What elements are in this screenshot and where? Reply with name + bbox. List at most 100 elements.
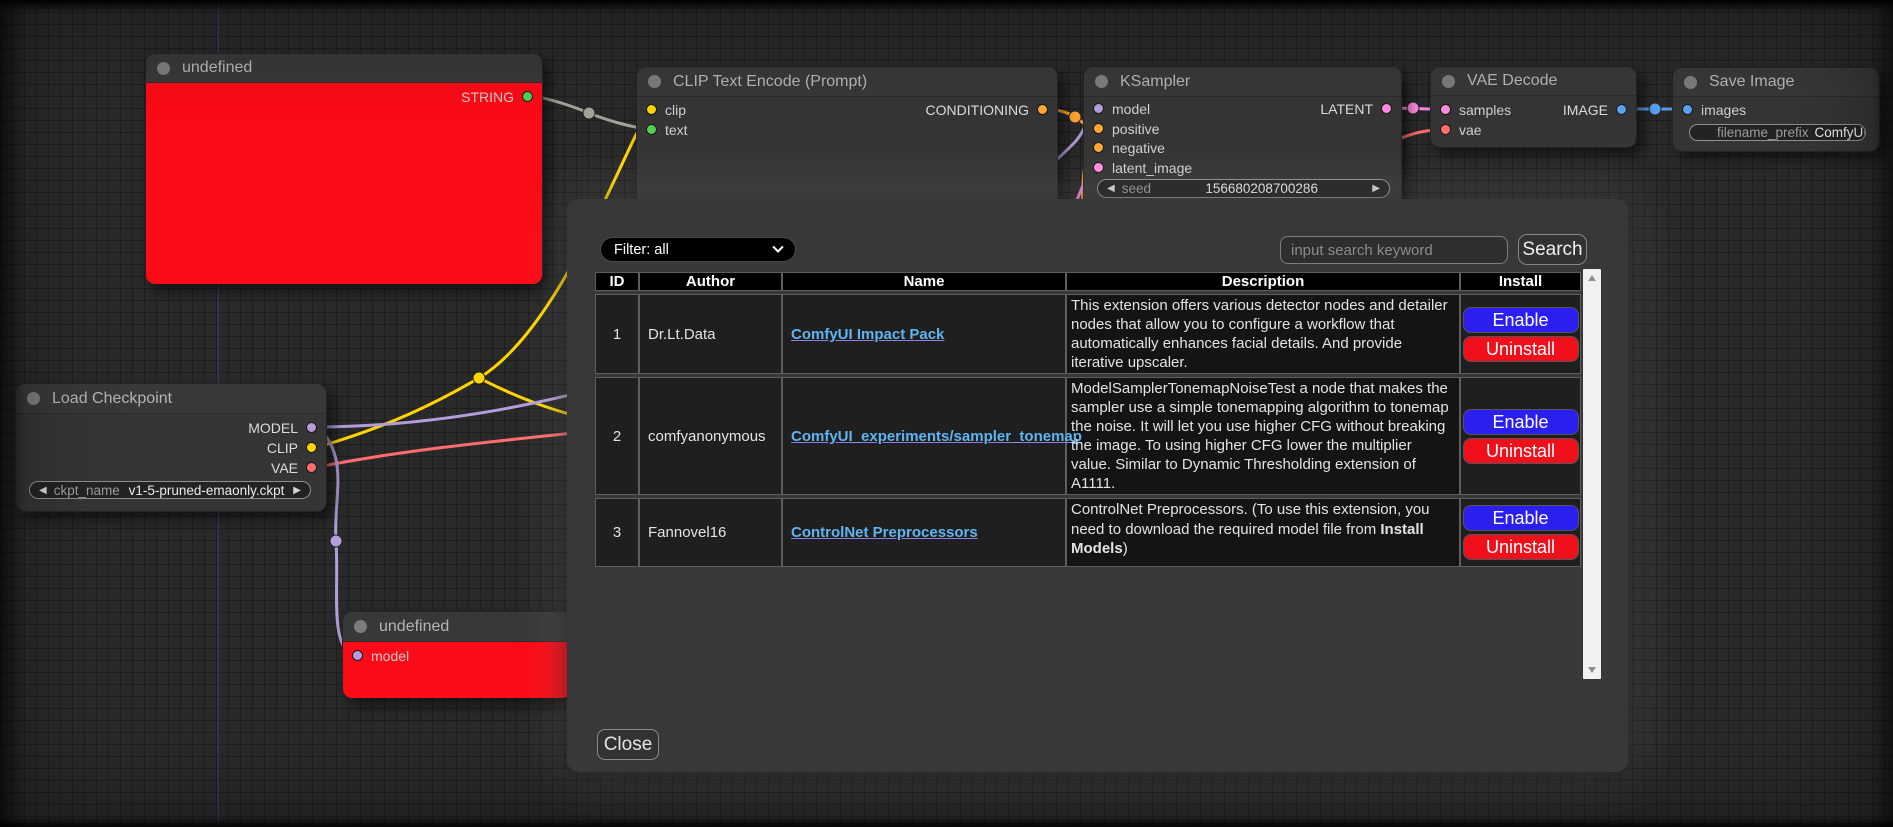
- output-slot-label: CONDITIONING: [926, 102, 1029, 118]
- filter-dropdown-label: Filter: all: [614, 242, 669, 258]
- widget-label: filename_prefix: [1717, 125, 1809, 140]
- node-undefined-top[interactable]: undefinedSTRING: [145, 53, 543, 284]
- node-clip-text-encode[interactable]: CLIP Text Encode (Prompt)cliptextCONDITI…: [636, 66, 1058, 208]
- scroll-down-icon[interactable]: [1588, 667, 1596, 673]
- node-save-image[interactable]: Save Image images filename_prefixComfyUI: [1672, 67, 1880, 152]
- comfyui-canvas[interactable]: undefinedSTRING CLIP Text Encode (Prompt)…: [0, 0, 1893, 827]
- uninstall-button[interactable]: Uninstall: [1463, 534, 1579, 560]
- scroll-up-icon[interactable]: [1588, 275, 1596, 281]
- node-status-dot[interactable]: [648, 75, 661, 88]
- enable-button[interactable]: Enable: [1463, 409, 1579, 435]
- search-input[interactable]: [1280, 236, 1508, 264]
- widget-prev-icon[interactable]: ◀: [1107, 183, 1115, 194]
- wire-string-to-text: [534, 96, 648, 129]
- input-slot-label: vae: [1459, 122, 1482, 138]
- node-status-dot[interactable]: [27, 392, 40, 405]
- node-title: undefined: [182, 59, 252, 77]
- extension-row: 3Fannovel16 ControlNet Preprocessors Contr…: [595, 498, 1581, 567]
- extension-id: 1: [595, 294, 639, 374]
- node-status-dot[interactable]: [1684, 76, 1697, 89]
- extension-author: Fannovel16: [639, 498, 782, 567]
- input-slot-label: model: [1112, 101, 1150, 117]
- node-title: Save Image: [1709, 73, 1794, 91]
- node-status-dot[interactable]: [1095, 75, 1108, 88]
- extension-id: 3: [595, 498, 639, 567]
- output-slot-label: IMAGE: [1563, 102, 1608, 118]
- extension-id: 2: [595, 377, 639, 495]
- input-slot-images-dot[interactable]: [1682, 104, 1693, 115]
- column-header-id: ID: [595, 272, 639, 291]
- widget-next-icon[interactable]: ▶: [1372, 183, 1380, 194]
- extension-description: ControlNet Preprocessors. (To use this e…: [1066, 498, 1460, 567]
- extension-table: IDAuthorNameDescriptionInstall 1Dr.Lt.Da…: [595, 269, 1581, 570]
- table-header-row: IDAuthorNameDescriptionInstall: [595, 272, 1581, 291]
- widget-label: ckpt_name: [54, 483, 120, 498]
- widget-label: seed: [1122, 181, 1151, 196]
- enable-button[interactable]: Enable: [1463, 307, 1579, 333]
- input-slot-positive-dot[interactable]: [1093, 123, 1104, 134]
- column-header-name: Name: [782, 272, 1066, 291]
- extension-manager-modal: Filter: all Search IDAuthorNameDescripti…: [567, 199, 1628, 772]
- input-slot-model-dot[interactable]: [1093, 103, 1104, 114]
- node-status-dot[interactable]: [1442, 75, 1455, 88]
- output-slot-label: MODEL: [248, 420, 298, 436]
- filter-dropdown[interactable]: Filter: all: [600, 237, 796, 262]
- extension-actions: Enable Uninstall: [1460, 498, 1581, 567]
- widget-seed[interactable]: ◀seed156680208700286▶: [1097, 179, 1390, 198]
- output-slot-label: LATENT: [1320, 101, 1373, 117]
- output-slot-STRING-dot[interactable]: [522, 91, 533, 102]
- input-slot-samples-dot[interactable]: [1440, 104, 1451, 115]
- extension-description: This extension offers various detector n…: [1066, 294, 1460, 374]
- output-slot-LATENT-dot[interactable]: [1381, 103, 1392, 114]
- input-slot-vae-dot[interactable]: [1440, 124, 1451, 135]
- column-header-install: Install: [1460, 272, 1581, 291]
- input-slot-label: model: [371, 648, 409, 664]
- widget-value: ComfyUI: [1809, 125, 1866, 140]
- input-slot-label: negative: [1112, 140, 1165, 156]
- close-button[interactable]: Close: [597, 729, 659, 760]
- input-slot-model-dot[interactable]: [352, 650, 363, 661]
- input-slot-label: clip: [665, 102, 686, 118]
- extension-actions: Enable Uninstall: [1460, 377, 1581, 495]
- output-slot-IMAGE-dot[interactable]: [1616, 104, 1627, 115]
- enable-button[interactable]: Enable: [1463, 505, 1579, 531]
- input-slot-label: samples: [1459, 102, 1511, 118]
- extension-name-link[interactable]: ComfyUI_experiments/sampler_tonemap: [791, 428, 1082, 445]
- node-load-checkpoint[interactable]: Load CheckpointMODELCLIPVAE◀ckpt_namev1-…: [15, 383, 327, 512]
- chevron-down-icon: [772, 241, 783, 252]
- input-slot-text-dot[interactable]: [646, 124, 657, 135]
- node-status-dot[interactable]: [354, 620, 367, 633]
- table-scrollbar[interactable]: [1583, 269, 1601, 679]
- input-slot-clip-dot[interactable]: [646, 104, 657, 115]
- node-status-dot[interactable]: [157, 62, 170, 75]
- node-vae-decode[interactable]: VAE DecodesamplesvaeIMAGE: [1430, 66, 1637, 148]
- node-undefined-bottom[interactable]: undefinedmodel: [342, 611, 572, 698]
- search-button[interactable]: Search: [1518, 234, 1587, 265]
- widget-value: v1-5-pruned-emaonly.ckpt: [123, 483, 291, 498]
- output-slot-VAE-dot[interactable]: [306, 462, 317, 473]
- extension-row: 1Dr.Lt.Data ComfyUI Impact Pack This exten…: [595, 294, 1581, 374]
- extension-description: ModelSamplerTonemapNoiseTest a node that…: [1066, 377, 1460, 495]
- node-title: Load Checkpoint: [52, 390, 172, 408]
- extension-name-link[interactable]: ComfyUI Impact Pack: [791, 326, 944, 343]
- widget-filename_prefix[interactable]: filename_prefixComfyUI: [1689, 124, 1866, 141]
- widget-ckpt_name[interactable]: ◀ ckpt_namev1-5-pruned-emaonly.ckpt▶: [29, 481, 311, 499]
- output-slot-CLIP-dot[interactable]: [306, 442, 317, 453]
- uninstall-button[interactable]: Uninstall: [1463, 438, 1579, 464]
- widget-prev-icon[interactable]: ◀: [39, 485, 47, 496]
- extension-author: Dr.Lt.Data: [639, 294, 782, 374]
- column-header-description: Description: [1066, 272, 1460, 291]
- input-slot-negative-dot[interactable]: [1093, 142, 1104, 153]
- output-slot-MODEL-dot[interactable]: [306, 422, 317, 433]
- extension-author: comfyanonymous: [639, 377, 782, 495]
- extension-actions: Enable Uninstall: [1460, 294, 1581, 374]
- node-ksampler[interactable]: KSamplermodelpositivenegativelatent_imag…: [1083, 66, 1402, 207]
- column-header-author: Author: [639, 272, 782, 291]
- uninstall-button[interactable]: Uninstall: [1463, 336, 1579, 362]
- output-slot-CONDITIONING-dot[interactable]: [1037, 104, 1048, 115]
- extension-name-link[interactable]: ControlNet Preprocessors: [791, 524, 978, 541]
- output-slot-label: CLIP: [267, 440, 298, 456]
- input-slot-label: images: [1701, 102, 1746, 118]
- widget-next-icon[interactable]: ▶: [293, 485, 301, 496]
- input-slot-latent_image-dot[interactable]: [1093, 162, 1104, 173]
